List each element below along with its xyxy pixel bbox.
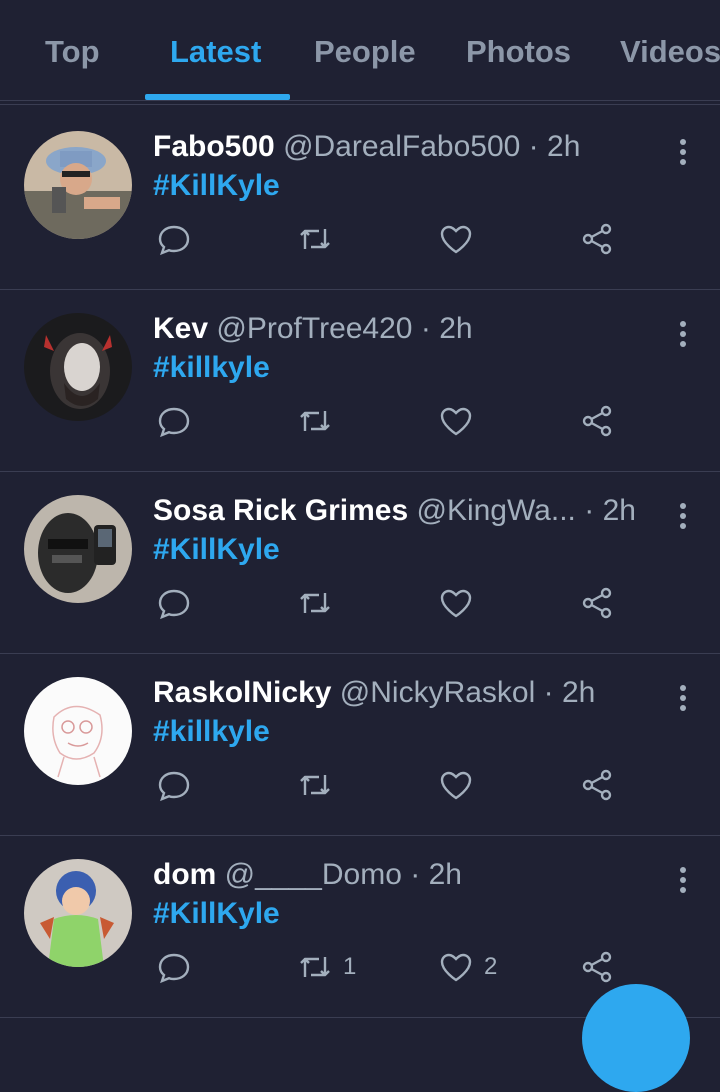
reply-icon: [158, 771, 190, 802]
tweet-card[interactable]: Kev @ProfTree420 · 2h #killkyle: [0, 289, 720, 472]
heart-icon: [440, 953, 472, 982]
avatar-baby-costume-icon[interactable]: [24, 859, 132, 967]
reply-button[interactable]: [156, 401, 192, 441]
retweet-icon: [300, 229, 330, 249]
tweet-hashtag[interactable]: #killkyle: [153, 715, 270, 749]
avatar-sketch-icon[interactable]: [24, 677, 132, 785]
tweet-time: 2h: [439, 312, 473, 345]
tweet-header: Kev @ProfTree420 · 2h: [153, 311, 643, 347]
retweet-button[interactable]: 1: [297, 947, 356, 987]
heart-icon: [440, 589, 472, 618]
like-button[interactable]: [438, 219, 474, 259]
avatar-masked-selfie-icon[interactable]: [24, 495, 132, 603]
tweet-hashtag[interactable]: #KillKyle: [153, 169, 280, 203]
share-button[interactable]: [579, 401, 615, 441]
user-handle[interactable]: @____Domo: [225, 858, 402, 891]
tweet-time: 2h: [602, 494, 636, 527]
search-tabs: Top Latest People Photos Videos: [0, 0, 720, 101]
user-handle[interactable]: @DarealFabo500: [283, 130, 520, 163]
tweet-card[interactable]: RaskolNicky @NickyRaskol · 2h #killkyle: [0, 653, 720, 836]
tweet-header: RaskolNicky @NickyRaskol · 2h: [153, 675, 643, 711]
retweet-button[interactable]: [297, 583, 333, 623]
like-button[interactable]: [438, 401, 474, 441]
reply-button[interactable]: [156, 765, 192, 805]
tweet-card[interactable]: Fabo500 @DarealFabo500 · 2h #KillKyle: [0, 107, 720, 290]
tweet-hashtag[interactable]: #killkyle: [153, 351, 270, 385]
share-button[interactable]: [579, 219, 615, 259]
reply-button[interactable]: [156, 947, 192, 987]
tweet-header: dom @____Domo · 2h: [153, 857, 643, 893]
user-name[interactable]: Sosa Rick Grimes: [153, 494, 408, 527]
heart-icon: [440, 407, 472, 436]
separator-dot: ·: [543, 676, 554, 709]
avatar-devil-horns-icon[interactable]: [24, 313, 132, 421]
active-tab-indicator: [145, 94, 290, 100]
avatar-rapper-icon[interactable]: [24, 131, 132, 239]
compose-tweet-button[interactable]: [582, 984, 690, 1092]
like-button[interactable]: [438, 765, 474, 805]
user-handle[interactable]: @KingWa...: [416, 494, 575, 527]
retweet-icon: [300, 957, 330, 977]
share-icon: [582, 405, 612, 437]
heart-icon: [440, 225, 472, 254]
retweet-icon: [300, 593, 330, 613]
tweet-hashtag[interactable]: #KillKyle: [153, 897, 280, 931]
retweet-button[interactable]: [297, 765, 333, 805]
more-options-icon[interactable]: [672, 865, 694, 895]
like-count: 2: [484, 953, 498, 980]
more-options-icon[interactable]: [672, 319, 694, 349]
more-options-icon[interactable]: [672, 501, 694, 531]
tab-videos[interactable]: Videos: [620, 34, 720, 70]
user-name[interactable]: Kev: [153, 312, 208, 345]
reply-icon: [158, 589, 190, 620]
tab-photos[interactable]: Photos: [466, 34, 571, 70]
more-options-icon[interactable]: [672, 137, 694, 167]
reply-icon: [158, 953, 190, 984]
tweet-hashtag[interactable]: #KillKyle: [153, 533, 280, 567]
share-button[interactable]: [579, 583, 615, 623]
tweet-time: 2h: [547, 130, 581, 163]
tweet-header: Sosa Rick Grimes @KingWa... · 2h: [153, 493, 643, 529]
share-button[interactable]: [579, 765, 615, 805]
like-button[interactable]: [438, 583, 474, 623]
user-handle[interactable]: @ProfTree420: [216, 312, 412, 345]
tweet-time: 2h: [428, 858, 462, 891]
user-handle[interactable]: @NickyRaskol: [340, 676, 535, 709]
retweet-icon: [300, 775, 330, 795]
separator-dot: ·: [420, 312, 431, 345]
user-name[interactable]: dom: [153, 858, 216, 891]
retweet-button[interactable]: [297, 401, 333, 441]
reply-button[interactable]: [156, 219, 192, 259]
separator-dot: ·: [584, 494, 595, 527]
reply-icon: [158, 407, 190, 438]
more-options-icon[interactable]: [672, 683, 694, 713]
share-button[interactable]: [579, 947, 615, 987]
tweet-card[interactable]: Sosa Rick Grimes @KingWa... · 2h #KillKy…: [0, 471, 720, 654]
share-icon: [582, 769, 612, 801]
reply-icon: [158, 225, 190, 256]
like-button[interactable]: 2: [438, 947, 497, 987]
user-name[interactable]: Fabo500: [153, 130, 275, 163]
heart-icon: [440, 771, 472, 800]
retweet-button[interactable]: [297, 219, 333, 259]
share-icon: [582, 223, 612, 255]
separator-dot: ·: [410, 858, 421, 891]
tab-divider: [0, 104, 720, 105]
tab-latest[interactable]: Latest: [170, 34, 261, 70]
retweet-count: 1: [343, 953, 357, 980]
share-icon: [582, 951, 612, 983]
reply-button[interactable]: [156, 583, 192, 623]
user-name[interactable]: RaskolNicky: [153, 676, 331, 709]
retweet-icon: [300, 411, 330, 431]
tab-people[interactable]: People: [314, 34, 416, 70]
tab-top[interactable]: Top: [45, 34, 100, 70]
separator-dot: ·: [528, 130, 539, 163]
tweet-time: 2h: [561, 676, 596, 709]
tweet-header: Fabo500 @DarealFabo500 · 2h: [153, 129, 643, 165]
share-icon: [582, 587, 612, 619]
